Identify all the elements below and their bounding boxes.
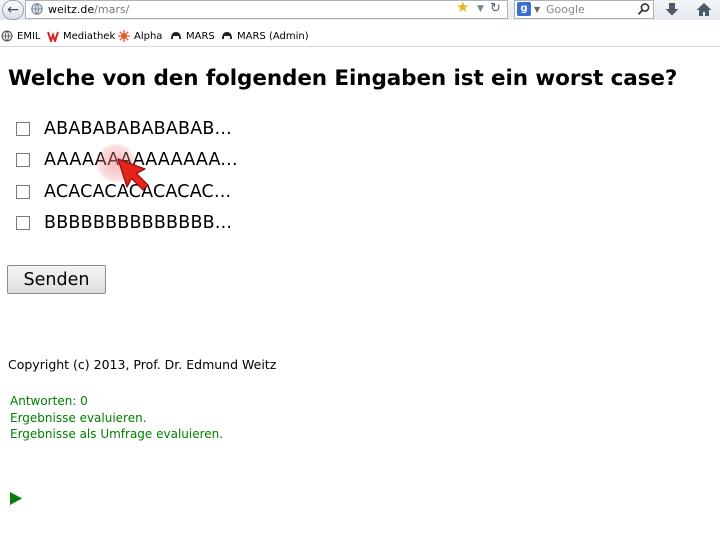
alpha-burst-icon bbox=[118, 30, 130, 42]
history-dropdown-icon[interactable]: ▼ bbox=[477, 1, 484, 18]
url-text: weitz.de/mars/ bbox=[48, 1, 129, 18]
bookmark-mediathek[interactable]: Mediathek bbox=[47, 26, 115, 46]
search-engine-dropdown-icon[interactable]: ▼ bbox=[534, 1, 540, 18]
page-title: Welche von den folgenden Eingaben ist ei… bbox=[8, 66, 678, 91]
option-3[interactable]: ACACACACACACAC... bbox=[16, 180, 231, 204]
option-label: ABABABABABABAB... bbox=[44, 119, 232, 139]
evaluate-survey-link[interactable]: Ergebnisse als Umfrage evaluieren. bbox=[10, 426, 223, 443]
submit-button[interactable]: Senden bbox=[7, 265, 106, 294]
bookmark-alpha[interactable]: Alpha bbox=[118, 26, 162, 46]
option-4[interactable]: BBBBBBBBBBBBBB... bbox=[16, 211, 232, 235]
toolbar-divider bbox=[0, 46, 720, 47]
bookmark-mars[interactable]: MARS bbox=[170, 26, 215, 46]
bookmark-label: MARS bbox=[186, 30, 215, 42]
bookmark-star-icon[interactable]: ★ bbox=[456, 0, 469, 16]
search-bar[interactable]: g ▼ Google bbox=[514, 0, 654, 19]
option-label: BBBBBBBBBBBBBB... bbox=[44, 213, 233, 233]
option-checkbox[interactable] bbox=[16, 153, 30, 167]
option-checkbox[interactable] bbox=[16, 216, 30, 230]
copyright-text: Copyright (c) 2013, Prof. Dr. Edmund Wei… bbox=[8, 357, 277, 372]
home-icon[interactable] bbox=[695, 1, 713, 18]
bookmark-emil[interactable]: EMIL bbox=[1, 26, 40, 46]
address-bar[interactable]: weitz.de/mars/ ★ ▼ ↻ bbox=[25, 0, 508, 19]
url-host: weitz.de bbox=[48, 3, 95, 16]
bookmarks-bar: EMIL Mediathek Alpha MARS MARS (Admin) bbox=[0, 26, 720, 46]
search-icon[interactable] bbox=[637, 2, 651, 16]
url-path: /mars/ bbox=[94, 3, 130, 16]
bookmark-mars-admin[interactable]: MARS (Admin) bbox=[221, 26, 309, 46]
option-1[interactable]: ABABABABABABAB... bbox=[16, 117, 232, 141]
answers-count: Antworten: 0 bbox=[10, 394, 88, 408]
globe-icon bbox=[1, 30, 13, 42]
option-checkbox[interactable] bbox=[16, 185, 30, 199]
mars-helmet-icon bbox=[222, 32, 232, 39]
option-checkbox[interactable] bbox=[16, 122, 30, 136]
play-icon[interactable] bbox=[9, 491, 23, 506]
option-label: ACACACACACACAC... bbox=[44, 182, 232, 202]
back-button[interactable]: ← bbox=[2, 0, 24, 20]
results-section: Antworten: 0 Ergebnisse evaluieren. Erge… bbox=[10, 393, 223, 443]
download-icon[interactable] bbox=[663, 1, 681, 18]
bookmark-label: EMIL bbox=[17, 30, 41, 42]
globe-icon bbox=[31, 3, 43, 15]
bookmark-label: Alpha bbox=[134, 30, 163, 42]
evaluate-results-link[interactable]: Ergebnisse evaluieren. bbox=[10, 410, 223, 427]
bookmark-label: Mediathek bbox=[63, 30, 116, 42]
option-label: AAAAAAAAAAAAAA... bbox=[44, 150, 238, 170]
reload-icon[interactable]: ↻ bbox=[490, 0, 501, 17]
back-arrow-icon: ← bbox=[7, 2, 19, 18]
bookmark-label: MARS (Admin) bbox=[237, 30, 309, 42]
mediathek-logo-icon bbox=[47, 31, 59, 42]
option-2[interactable]: AAAAAAAAAAAAAA... bbox=[16, 148, 238, 172]
google-icon[interactable]: g bbox=[517, 2, 531, 16]
browser-toolbar: ← weitz.de/mars/ ★ ▼ ↻ g ▼ Google bbox=[0, 0, 720, 20]
search-placeholder: Google bbox=[546, 3, 585, 16]
mars-helmet-icon bbox=[171, 32, 181, 39]
